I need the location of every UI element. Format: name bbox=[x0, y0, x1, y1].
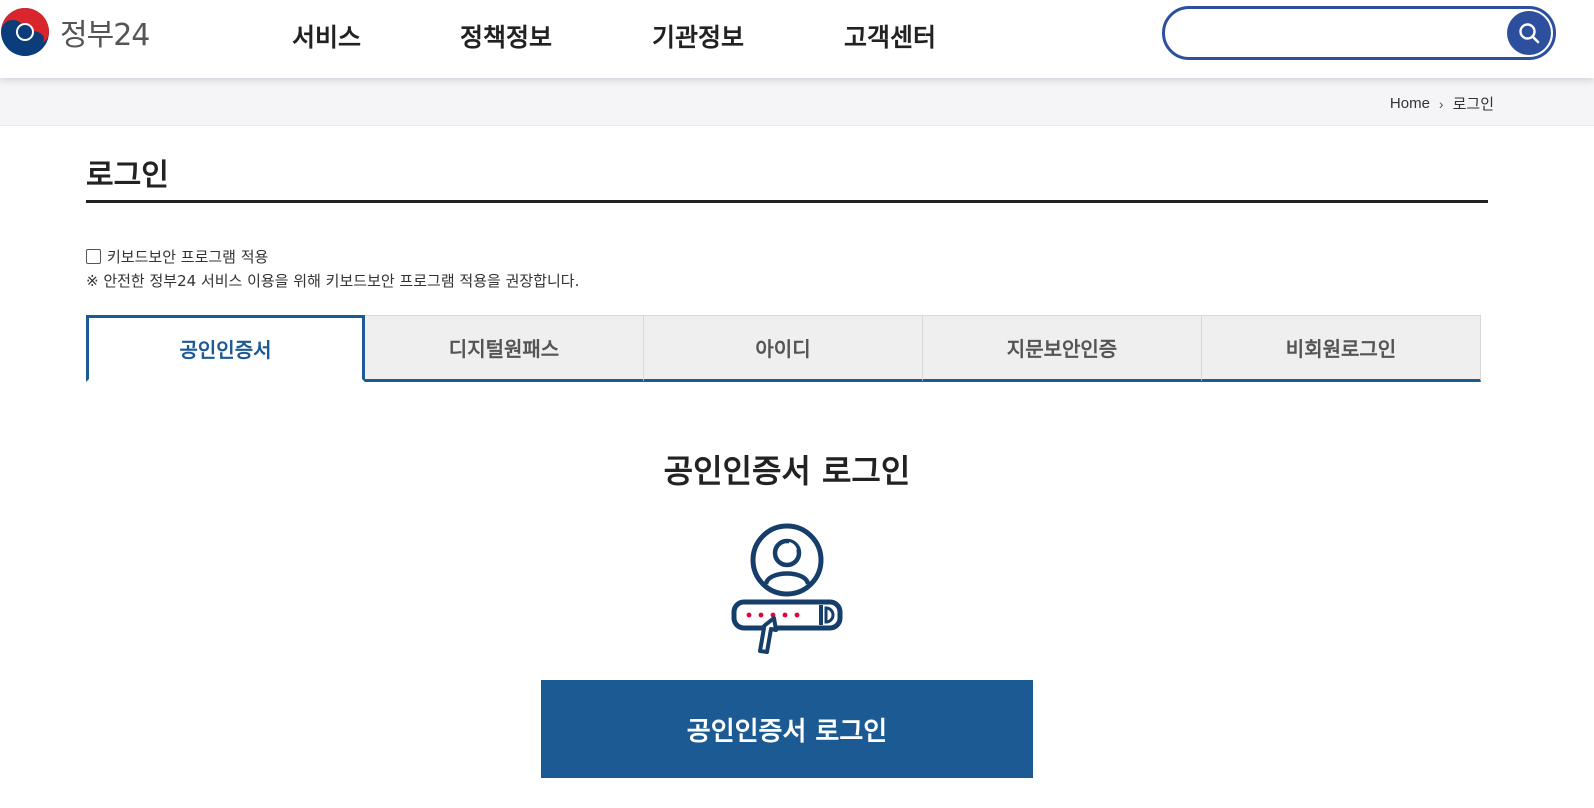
breadcrumb: Home › 로그인 bbox=[1390, 93, 1494, 114]
tab-fingerprint[interactable]: 지문보안인증 bbox=[923, 315, 1202, 382]
search-icon bbox=[1519, 23, 1540, 44]
site-header: 정부24 서비스 정책정보 기관정보 고객센터 bbox=[0, 0, 1594, 78]
keyboard-security-option: 키보드보안 프로그램 적용 bbox=[86, 246, 268, 267]
breadcrumb-bar: Home › 로그인 bbox=[0, 78, 1594, 126]
tab-digital-onepass[interactable]: 디지털원패스 bbox=[365, 315, 644, 382]
user-password-login-icon bbox=[731, 523, 843, 654]
logo-text: 정부24 bbox=[60, 18, 150, 53]
login-method-tabs: 공인인증서 디지털원패스 아이디 지문보안인증 비회원로그인 bbox=[86, 315, 1482, 382]
nav-agency-info[interactable]: 기관정보 bbox=[652, 18, 844, 54]
tab-id[interactable]: 아이디 bbox=[644, 315, 923, 382]
breadcrumb-current: 로그인 bbox=[1452, 96, 1494, 113]
title-divider bbox=[86, 200, 1488, 203]
certificate-login-button[interactable]: 공인인증서 로그인 bbox=[541, 680, 1033, 778]
chevron-right-icon: › bbox=[1438, 95, 1444, 112]
nav-customer-center[interactable]: 고객센터 bbox=[844, 18, 974, 54]
search-input[interactable] bbox=[1183, 17, 1493, 49]
keyboard-security-note: ※ 안전한 정부24 서비스 이용을 위해 키보드보안 프로그램 적용을 권장합… bbox=[86, 272, 580, 290]
search-box bbox=[1162, 6, 1556, 60]
taegeuk-emblem-icon bbox=[1, 8, 49, 56]
breadcrumb-home[interactable]: Home bbox=[1390, 95, 1430, 112]
section-title: 공인인증서 로그인 bbox=[663, 452, 911, 490]
gov24-logo[interactable]: 정부24 bbox=[0, 7, 150, 57]
main-navigation: 서비스 정책정보 기관정보 고객센터 bbox=[292, 18, 974, 54]
search-button[interactable] bbox=[1507, 11, 1551, 55]
keyboard-security-checkbox[interactable] bbox=[86, 249, 101, 264]
nav-services[interactable]: 서비스 bbox=[292, 18, 460, 54]
tab-certificate[interactable]: 공인인증서 bbox=[86, 315, 365, 382]
page-title: 로그인 bbox=[86, 158, 169, 193]
nav-policy-info[interactable]: 정책정보 bbox=[460, 18, 652, 54]
tab-non-member[interactable]: 비회원로그인 bbox=[1202, 315, 1481, 382]
keyboard-security-label[interactable]: 키보드보안 프로그램 적용 bbox=[107, 246, 268, 267]
